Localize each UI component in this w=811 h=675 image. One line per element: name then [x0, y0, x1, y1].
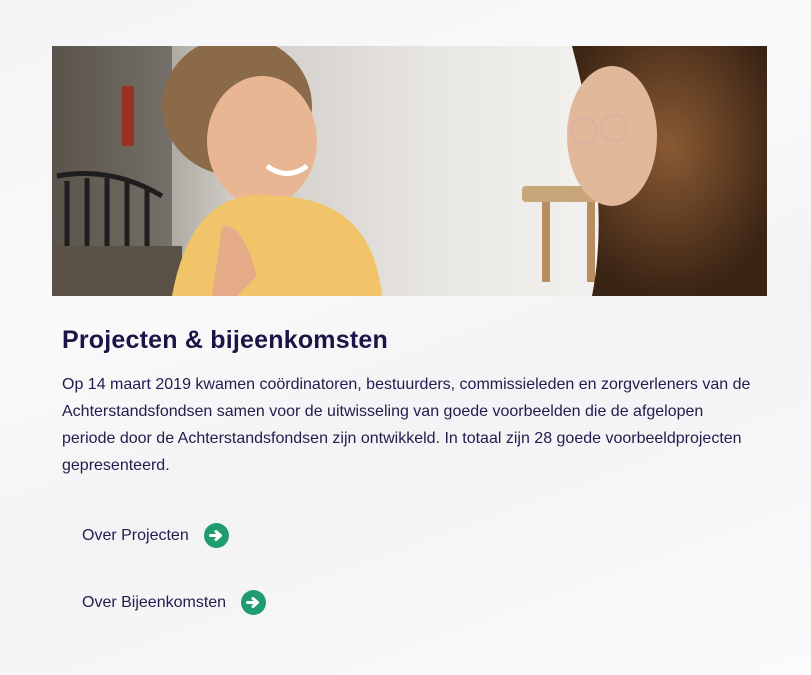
arrow-right-circle-icon[interactable]: [203, 523, 229, 548]
over-bijeenkomsten-link[interactable]: Over Bijeenkomsten: [82, 590, 267, 615]
intro-paragraph: Op 14 maart 2019 kwamen coördinatoren, b…: [62, 376, 751, 474]
page-title: Projecten & bijeenkomsten: [62, 326, 388, 354]
over-projecten-label: Over Projecten: [82, 526, 189, 544]
arrow-right-circle-icon[interactable]: [241, 590, 267, 615]
hero-image: [52, 46, 767, 296]
over-bijeenkomsten-label: Over Bijeenkomsten: [82, 593, 227, 611]
over-projecten-link[interactable]: Over Projecten: [82, 523, 229, 548]
